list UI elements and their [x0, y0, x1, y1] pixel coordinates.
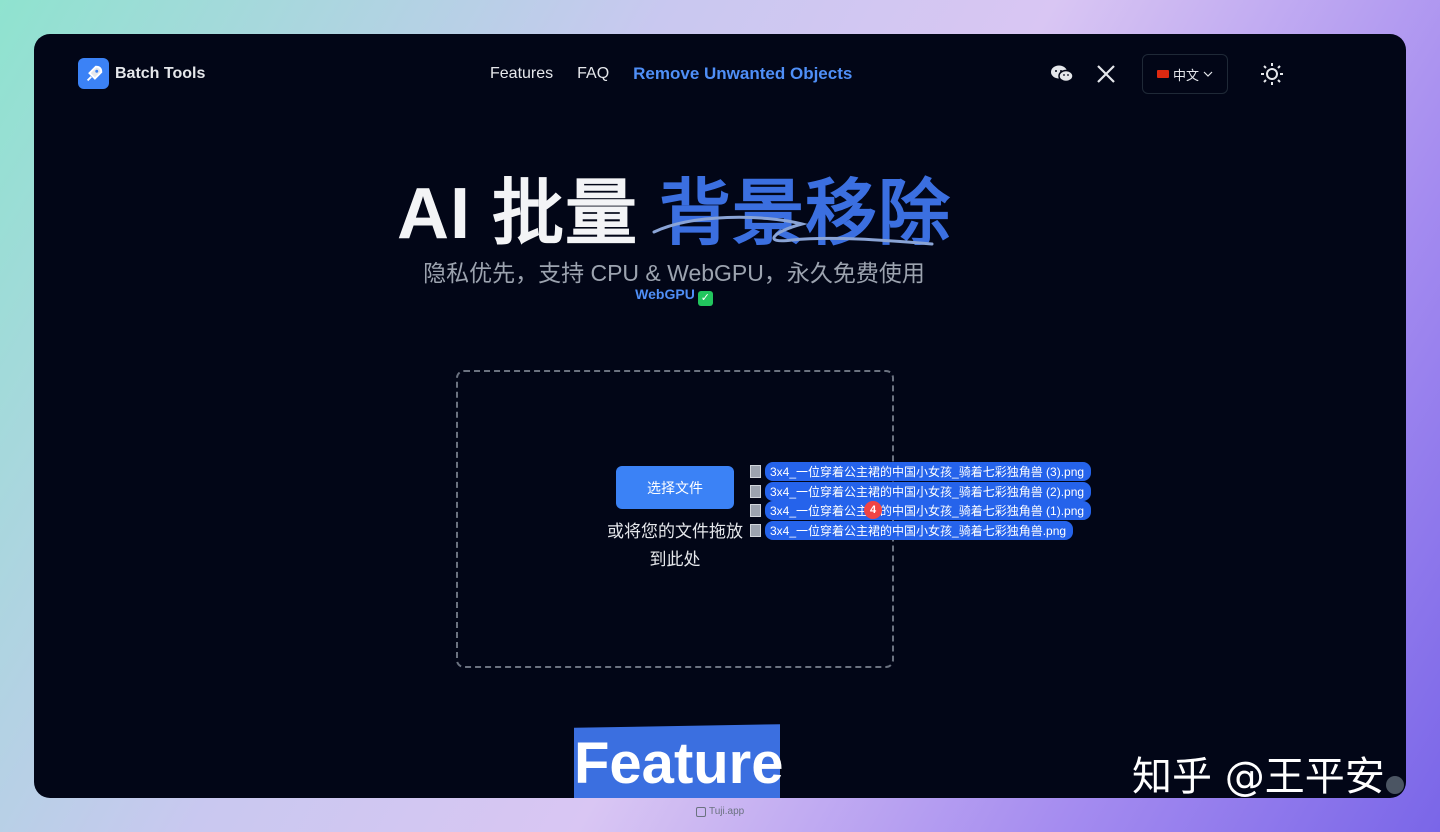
nav-features[interactable]: Features — [490, 65, 553, 83]
hero-subtitle: 隐私优先，支持 CPU & WebGPU，永久免费使用 — [423, 260, 925, 286]
webgpu-label: WebGPU — [635, 286, 695, 302]
wechat-icon[interactable] — [1048, 60, 1076, 88]
dragging-file-name: 3x4_一位穿着公主裙的中国小女孩_骑着七彩独角兽 (3).png — [765, 462, 1092, 482]
language-label: 中文 — [1172, 67, 1199, 83]
drop-hint: 或将您的文件拖放到此处 — [607, 522, 743, 569]
header-actions: 中文 — [1048, 54, 1286, 94]
dragging-files-ghost: 3x4_一位穿着公主裙的中国小女孩_骑着七彩独角兽 (3).png 3x4_一位… — [750, 462, 1092, 541]
checkmark-icon: ✓ — [697, 291, 713, 306]
title-underline-swoosh — [652, 215, 934, 246]
app-window: Batch Tools Features FAQ Remove Unwanted… — [34, 34, 1406, 798]
feature-section-title: Feature — [574, 731, 784, 796]
brand-name: Batch Tools — [115, 64, 206, 82]
nav-faq[interactable]: FAQ — [577, 65, 609, 83]
image-thumbnail-icon — [750, 523, 761, 537]
list-item: 3x4_一位穿着公主裙的中国小女孩_骑着七彩独角兽 (3).png — [750, 462, 1092, 482]
image-thumbnail-icon — [750, 504, 761, 518]
list-item: 3x4_一位穿着公主裙的中国小女孩_骑着七彩独角兽 (1).png — [750, 501, 1092, 521]
corner-icon — [1386, 776, 1404, 794]
webgpu-status: WebGPU ✓ — [34, 286, 1314, 306]
sun-icon[interactable] — [1258, 60, 1286, 88]
list-item: 3x4_一位穿着公主裙的中国小女孩_骑着七彩独角兽.png — [750, 520, 1091, 541]
brand-logo[interactable]: Batch Tools — [78, 58, 205, 89]
x-twitter-icon[interactable] — [1092, 60, 1120, 88]
watermark: 知乎 @王平安 — [1132, 754, 1385, 800]
main-nav: Features FAQ Remove Unwanted Objects — [490, 64, 852, 84]
rocket-icon — [78, 58, 109, 89]
image-thumbnail-icon — [750, 465, 761, 479]
dragging-file-name: 3x4_一位穿着公主裙的中国小女孩_骑着七彩独角兽 (1).png — [765, 501, 1092, 521]
language-select[interactable]: 中文 — [1142, 54, 1228, 94]
drag-count-badge: 4 — [864, 501, 882, 519]
choose-file-button[interactable]: 选择文件 — [616, 466, 734, 509]
nav-remove-objects[interactable]: Remove Unwanted Objects — [633, 64, 852, 84]
footer-tag-label: Tuji.app — [709, 806, 745, 817]
footer-tag: Tuji.app — [696, 806, 744, 817]
list-item: 3x4_一位穿着公主裙的中国小女孩_骑着七彩独角兽 (2).png — [750, 481, 1092, 502]
dragging-file-name: 3x4_一位穿着公主裙的中国小女孩_骑着七彩独角兽.png — [765, 520, 1074, 540]
chevron-down-icon — [1203, 71, 1213, 77]
hero-title-prefix: AI 批量 — [396, 174, 659, 254]
china-flag-icon — [1156, 70, 1169, 78]
app-icon — [696, 806, 706, 817]
image-thumbnail-icon — [750, 484, 761, 498]
dragging-file-name: 3x4_一位穿着公主裙的中国小女孩_骑着七彩独角兽 (2).png — [765, 481, 1092, 501]
